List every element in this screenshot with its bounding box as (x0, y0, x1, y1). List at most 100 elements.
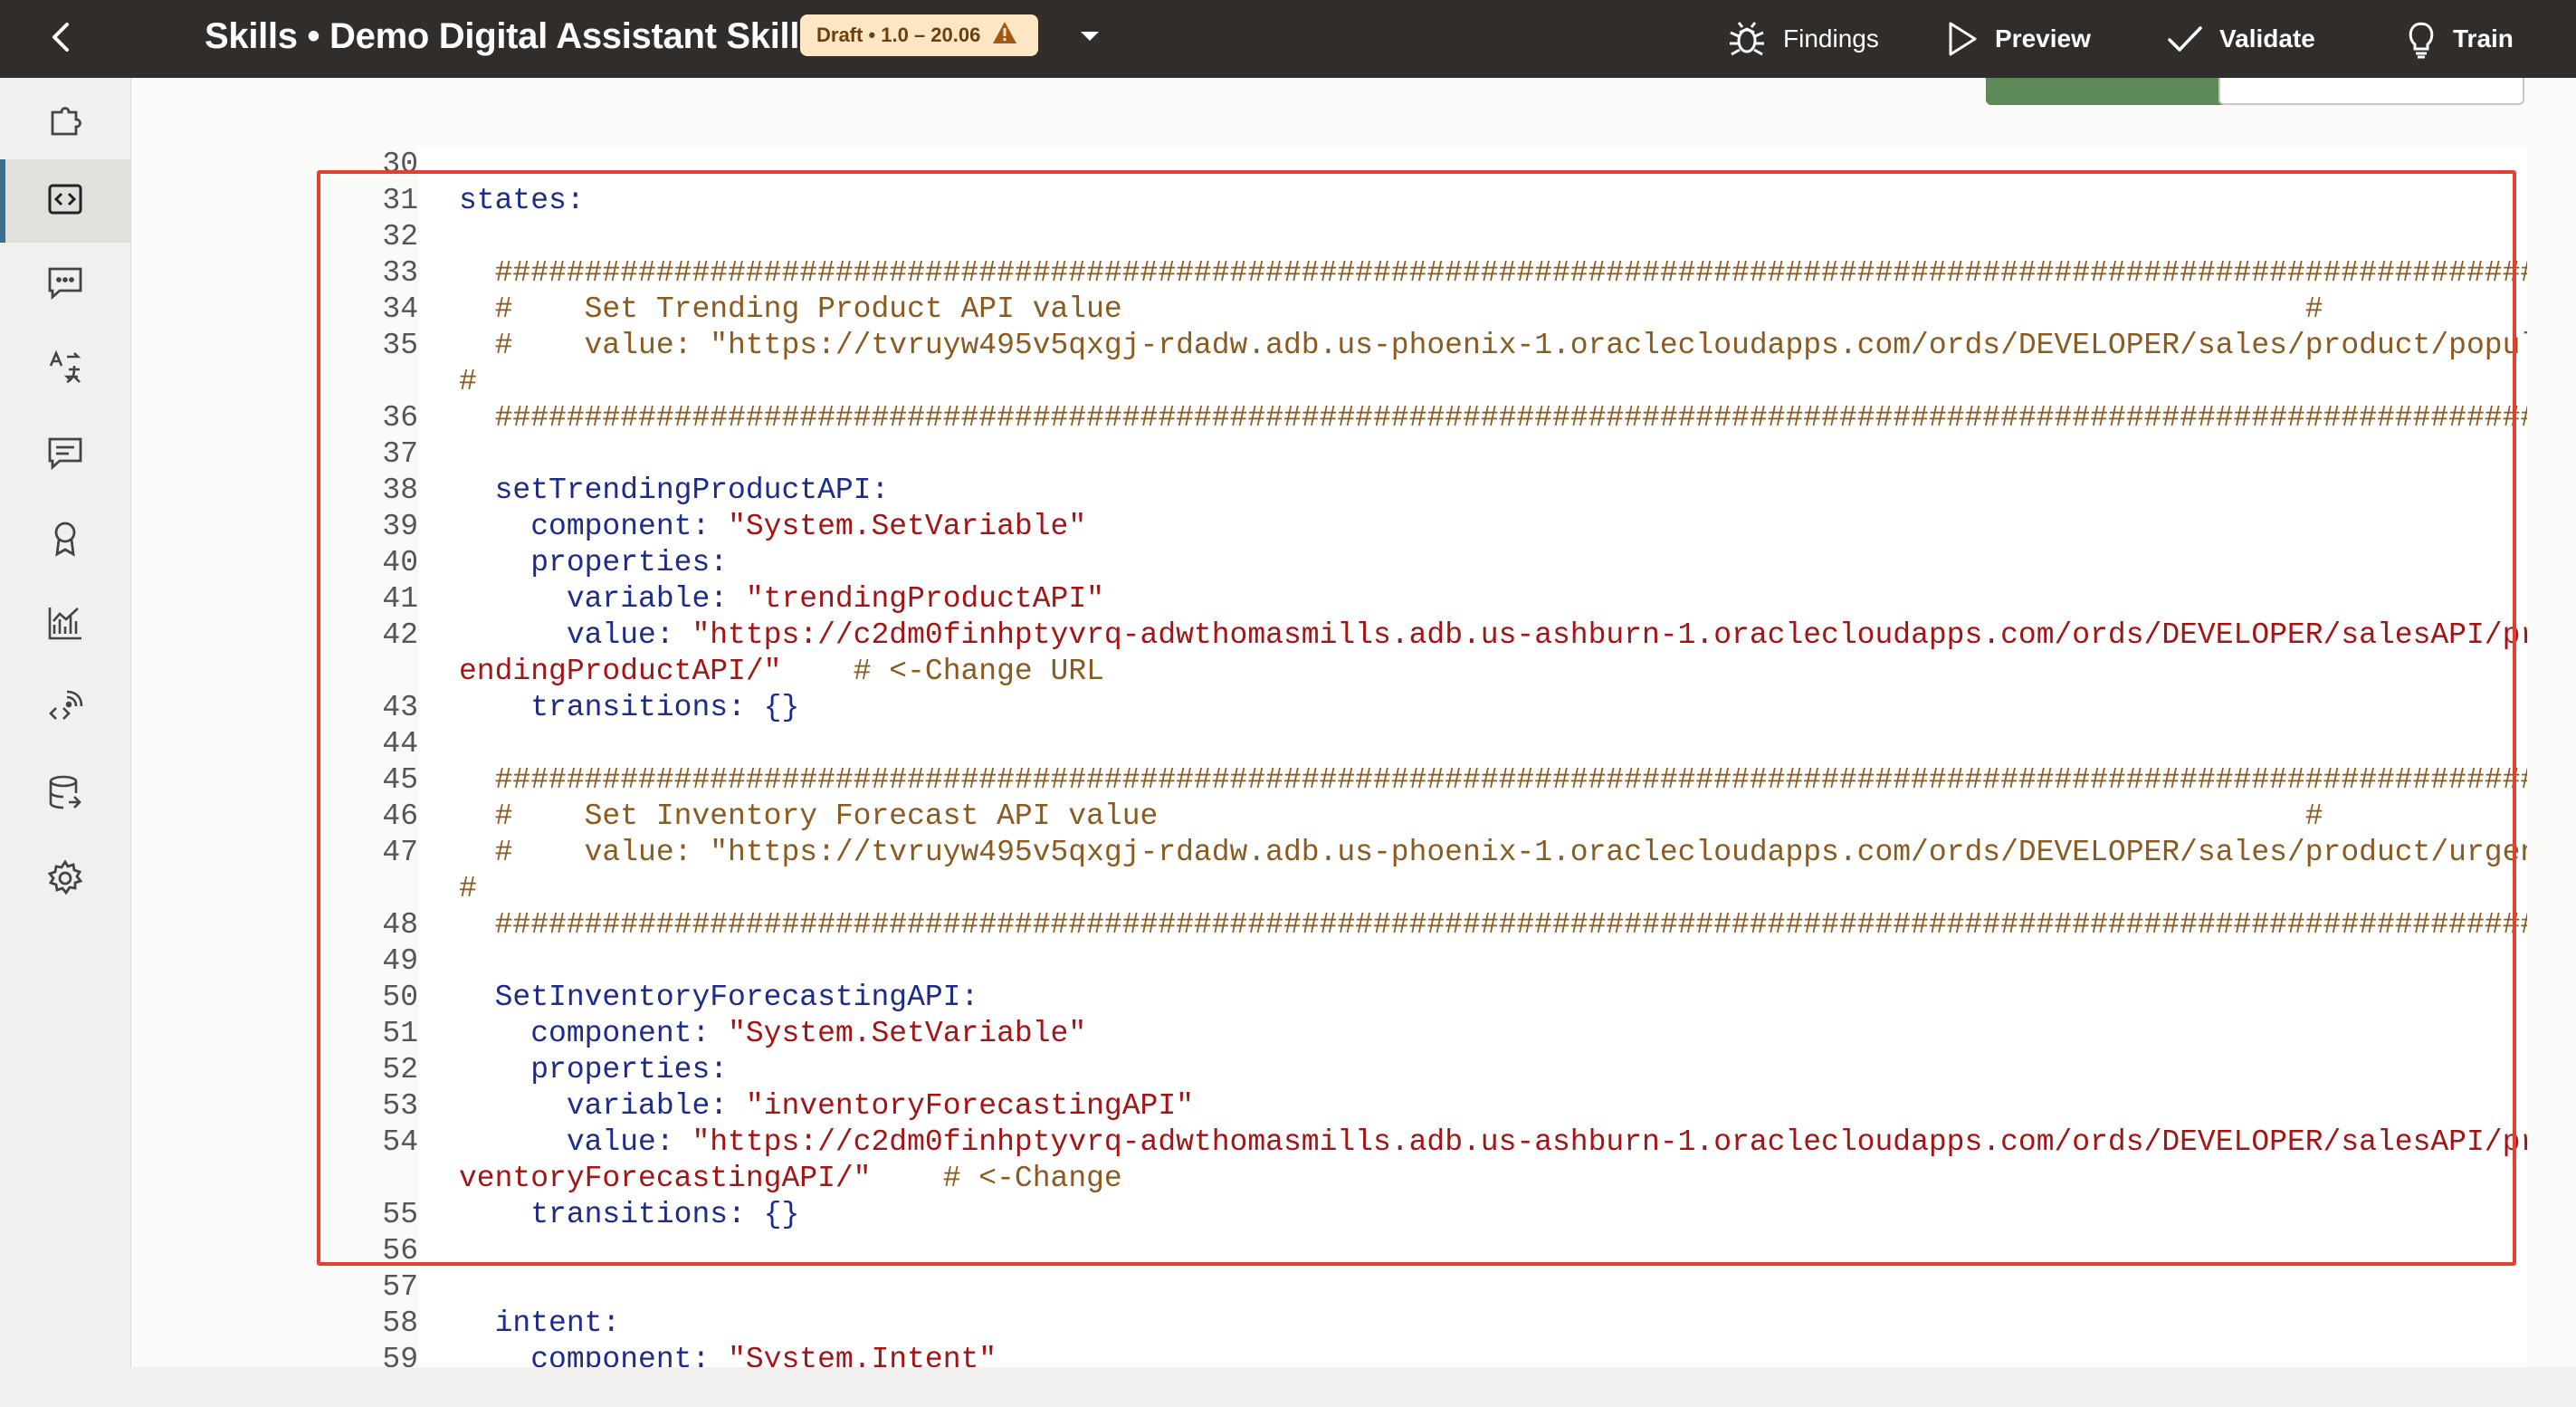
line-number: 31 (382, 184, 418, 217)
sidebar-item-analytics[interactable] (0, 583, 130, 666)
code-line: # value: "https://tvruyw495v5qxgj-rdadw.… (459, 835, 2527, 871)
code-line: ventoryForecastingAPI/" # <-Change (459, 1161, 1122, 1197)
code-comment: # (459, 365, 477, 398)
sidebar-item-channels[interactable] (0, 668, 130, 751)
findings-button[interactable]: Findings (1727, 13, 1879, 65)
line-number: 48 (382, 908, 418, 942)
code-line: properties: (459, 1052, 728, 1088)
back-button[interactable] (42, 20, 80, 58)
comments-icon (45, 433, 85, 477)
footer-bar (0, 1367, 2576, 1407)
line-number: 58 (382, 1306, 418, 1340)
line-number: 40 (382, 546, 418, 579)
sidebar-item-quality[interactable] (0, 498, 130, 581)
lightbulb-icon (2406, 19, 2437, 59)
sidebar-item-conversations[interactable] (0, 243, 130, 326)
line-number (319, 364, 418, 400)
code-string: endingProductAPI/" (459, 655, 782, 688)
code-key: intent: (459, 1306, 621, 1340)
badge-label: Draft • 1.0 – 20.06 (816, 24, 981, 46)
code-key: properties: (459, 546, 729, 579)
code-line: variable: "trendingProductAPI" (459, 581, 1104, 617)
code-line: value: "https://c2dm0finhptyvrq-adwthoma… (459, 1125, 2527, 1161)
code-line: component: "System.SetVariable" (459, 1016, 1086, 1052)
code-line: value: "https://c2dm0finhptyvrq-adwthoma… (459, 617, 2527, 654)
code-string: "https://c2dm0finhptyvrq-adwthomasmills.… (692, 1125, 2527, 1159)
line-number: 38 (382, 474, 418, 507)
code-string: "System.SetVariable" (728, 510, 1087, 543)
line-number: 42 (382, 618, 418, 652)
line-number: 49 (382, 944, 418, 978)
code-string: "System.SetVariable" (728, 1017, 1087, 1050)
check-icon (2167, 24, 2203, 53)
sidebar-item-insights[interactable] (0, 413, 130, 496)
code-line: # Set Inventory Forecast API value # (459, 799, 2323, 835)
code-line: # value: "https://tvruyw495v5qxgj-rdadw.… (459, 328, 2527, 364)
main-content: 30 31 states: 32 33 ########################… (131, 78, 2576, 1367)
settings-icon (45, 858, 85, 903)
page-title: Skills • Demo Digital Assistant Skill (205, 16, 800, 56)
line-number: 57 (382, 1270, 418, 1304)
code-comment: # Set Inventory Forecast API value # (459, 799, 2323, 833)
code-line: states: (459, 183, 585, 219)
train-button[interactable]: Train (2406, 13, 2514, 65)
line-number: 47 (382, 836, 418, 869)
status-badge[interactable]: Draft • 1.0 – 20.06 (800, 14, 1039, 56)
play-icon (1946, 21, 1979, 57)
train-label: Train (2453, 24, 2514, 53)
line-number: 33 (382, 256, 418, 290)
code-key: properties: (459, 1053, 729, 1086)
code-comment: ########################################… (459, 763, 2527, 797)
code-line: ########################################… (459, 255, 2527, 292)
code-line: intent: (459, 1306, 621, 1342)
sidebar-item-components[interactable] (0, 80, 130, 163)
line-number: 45 (382, 763, 418, 797)
code-editor[interactable]: 30 31 states: 32 33 ########################… (319, 147, 2527, 1367)
code-key: setTrendingProductAPI: (459, 474, 890, 507)
code-string: "https://c2dm0finhptyvrq-adwthomasmills.… (692, 618, 2527, 652)
code-key: value: (459, 618, 692, 652)
code-comment: # (459, 872, 477, 905)
code-comment: ########################################… (459, 256, 2527, 290)
code-key: SetInventoryForecastingAPI: (459, 981, 979, 1014)
code-key: transitions: {} (459, 691, 800, 724)
preview-label: Preview (1995, 24, 2091, 53)
code-line: properties: (459, 545, 728, 581)
sidebar-item-flows[interactable] (0, 159, 130, 243)
caret-down-icon (1079, 29, 1101, 48)
code-key: variable: (459, 582, 746, 616)
top-bar: Skills • Demo Digital Assistant Skill Dr… (0, 0, 2576, 78)
warning-icon (991, 20, 1018, 51)
sidebar-item-resources[interactable] (0, 328, 130, 411)
broadcast-icon (45, 688, 85, 732)
line-number: 52 (382, 1053, 418, 1086)
code-comment: # <-Change URL (781, 655, 1104, 688)
database-icon (45, 773, 85, 818)
line-number: 55 (382, 1198, 418, 1231)
secondary-action-button[interactable] (2218, 78, 2524, 105)
sidebar-item-settings[interactable] (0, 838, 130, 922)
preview-button[interactable]: Preview (1946, 13, 2091, 65)
code-key: component: (459, 1017, 729, 1050)
version-dropdown-button[interactable] (1072, 20, 1108, 56)
line-number: 35 (382, 329, 418, 362)
line-number: 50 (382, 981, 418, 1014)
code-line: ########################################… (459, 400, 2527, 436)
line-number: 39 (382, 510, 418, 543)
code-line: transitions: {} (459, 1197, 799, 1233)
code-string: "System.Intent" (728, 1343, 997, 1367)
validate-button[interactable]: Validate (2167, 13, 2315, 65)
code-string: ventoryForecastingAPI/" (459, 1162, 872, 1195)
chat-icon (45, 263, 85, 307)
badge-icon (45, 518, 85, 562)
code-line: variable: "inventoryForecastingAPI" (459, 1088, 1194, 1125)
code-icon (45, 179, 85, 224)
code-line: SetInventoryForecastingAPI: (459, 980, 979, 1016)
line-number: 44 (382, 727, 418, 761)
line-number: 51 (382, 1017, 418, 1050)
code-string: "inventoryForecastingAPI" (745, 1089, 1194, 1123)
sidebar-item-data[interactable] (0, 753, 130, 837)
code-key: transitions: {} (459, 1198, 800, 1231)
line-number: 30 (382, 148, 418, 181)
code-line: # (459, 364, 477, 400)
